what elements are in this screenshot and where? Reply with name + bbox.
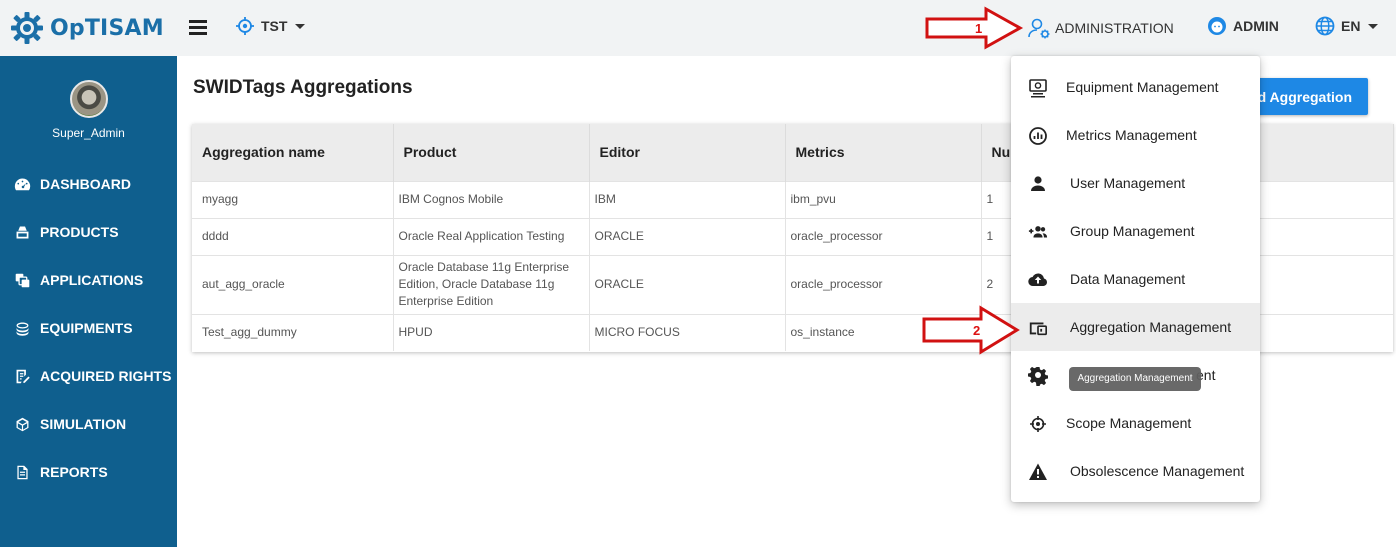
column-header-editor[interactable]: Editor — [589, 124, 786, 181]
menu-item-obsolescence-management[interactable]: Obsolescence Management — [1011, 447, 1260, 495]
menu-item-label: Scope Management — [1066, 415, 1192, 431]
cell-editor: ORACLE — [589, 217, 786, 255]
cell-editor: IBM — [589, 180, 786, 218]
cell-product: Oracle Real Application Testing — [393, 217, 590, 255]
cell-aggregation-name: dddd — [192, 217, 394, 255]
administration-dropdown-menu: Equipment Management Metrics Management … — [1011, 56, 1260, 502]
equipment-management-icon — [1027, 77, 1049, 99]
menu-item-label: Data Management — [1070, 271, 1186, 287]
sidebar-item-applications[interactable]: APPLICATIONS — [0, 256, 177, 304]
sidebar-item-products[interactable]: PRODUCTS — [0, 208, 177, 256]
column-header-product[interactable]: Product — [393, 124, 590, 181]
cell-product: HPUD — [393, 313, 590, 351]
chevron-down-icon — [295, 23, 306, 29]
sidebar-item-equipments[interactable]: EQUIPMENTS — [0, 304, 177, 352]
sidebar-item-reports[interactable]: REPORTS — [0, 448, 177, 496]
cell-aggregation-name: Test_agg_dummy — [192, 313, 394, 351]
annotation-arrow-2 — [922, 305, 1020, 355]
menu-item-user-management[interactable]: User Management — [1011, 159, 1260, 207]
sidebar-item-label: APPLICATIONS — [40, 272, 144, 288]
sidebar-item-dashboard[interactable]: DASHBOARD — [0, 160, 177, 208]
cell-aggregation-name: myagg — [192, 180, 394, 218]
menu-item-label: Metrics Management — [1066, 127, 1197, 143]
menu-item-aggregation-management[interactable]: Aggregation Management — [1011, 303, 1260, 351]
administration-menu-button[interactable]: ADMINISTRATION — [1027, 16, 1174, 40]
sidebar-item-label: DASHBOARD — [40, 176, 131, 192]
acquired-rights-icon — [13, 367, 31, 385]
brand-name: OpTISAM — [50, 15, 164, 41]
annotation-number-1: 1 — [975, 21, 983, 36]
aggregation-management-tooltip: Aggregation Management — [1069, 367, 1201, 391]
admin-user-gear-icon — [1028, 18, 1050, 39]
equipments-icon — [13, 319, 31, 337]
scope-label: TST — [261, 18, 288, 34]
menu-item-equipment-management[interactable]: Equipment Management — [1011, 63, 1260, 111]
cell-product: IBM Cognos Mobile — [393, 180, 590, 218]
menu-item-scope-management[interactable]: Scope Management — [1011, 399, 1260, 447]
user-face-icon — [1208, 17, 1226, 35]
menu-item-group-management[interactable]: Group Management — [1011, 207, 1260, 255]
menu-item-label: Equipment Management — [1066, 79, 1219, 95]
logo[interactable]: OpTISAM — [0, 0, 177, 56]
sidebar-item-acquired-rights[interactable]: ACQUIRED RIGHTS — [0, 352, 177, 400]
sidebar-item-label: EQUIPMENTS — [40, 320, 133, 336]
applications-icon — [13, 271, 31, 289]
products-icon — [13, 223, 31, 241]
menu-toggle-icon[interactable] — [189, 20, 207, 35]
top-bar: TST ADMINISTRATION ADMIN EN — [177, 0, 1396, 56]
language-selector[interactable]: EN — [1315, 16, 1379, 36]
devices-icon — [1027, 317, 1049, 339]
scope-selector[interactable]: TST — [235, 16, 306, 36]
cell-product: Oracle Database 11g Enterprise Edition, … — [393, 254, 590, 314]
menu-item-label: Aggregation Management — [1070, 319, 1232, 335]
metrics-icon — [1027, 125, 1049, 147]
administration-label: ADMINISTRATION — [1055, 20, 1174, 36]
gear-icon — [1027, 365, 1049, 387]
user-menu-button[interactable]: ADMIN — [1207, 16, 1279, 36]
avatar[interactable] — [69, 80, 108, 118]
cell-metrics: ibm_pvu — [785, 180, 982, 218]
sidebar-item-simulation[interactable]: SIMULATION — [0, 400, 177, 448]
menu-item-label: Group Management — [1070, 223, 1195, 239]
simulation-icon — [13, 415, 31, 433]
cell-editor: ORACLE — [589, 254, 786, 314]
user-label: ADMIN — [1233, 18, 1279, 34]
page-title: SWIDTags Aggregations — [193, 77, 413, 98]
sidebar-item-label: PRODUCTS — [40, 224, 119, 240]
sidebar-item-label: REPORTS — [40, 464, 108, 480]
crosshair-icon — [236, 17, 254, 35]
globe-icon — [1315, 16, 1335, 36]
annotation-arrow-1 — [925, 6, 1024, 50]
menu-item-metrics-management[interactable]: Metrics Management — [1011, 111, 1260, 159]
crosshair-icon — [1027, 413, 1049, 435]
reports-icon — [13, 463, 31, 481]
column-header-aggregation-name[interactable]: Aggregation name — [192, 124, 394, 181]
user-profile: Super_Admin — [0, 56, 177, 160]
cloud-upload-icon — [1027, 269, 1049, 291]
user-icon — [1027, 173, 1049, 195]
language-label: EN — [1341, 18, 1361, 34]
gear-logo-icon — [11, 12, 43, 44]
cell-editor: MICRO FOCUS — [589, 313, 786, 351]
username: Super_Admin — [52, 126, 125, 140]
dashboard-icon — [13, 175, 31, 193]
annotation-number-2: 2 — [973, 323, 981, 338]
sidebar: OpTISAM Super_Admin DASHBOARD PRODUCTS A… — [0, 0, 177, 547]
cell-metrics: oracle_processor — [785, 217, 982, 255]
cell-aggregation-name: aut_agg_oracle — [192, 254, 394, 314]
menu-item-label: Obsolescence Management — [1070, 463, 1245, 479]
menu-item-data-management[interactable]: Data Management — [1011, 255, 1260, 303]
warning-icon — [1027, 461, 1049, 483]
group-add-icon — [1027, 221, 1049, 243]
menu-item-label: User Management — [1070, 175, 1186, 191]
chevron-down-icon — [1368, 23, 1379, 29]
column-header-metrics[interactable]: Metrics — [785, 124, 982, 181]
sidebar-item-label: ACQUIRED RIGHTS — [40, 368, 172, 384]
sidebar-item-label: SIMULATION — [40, 416, 127, 432]
